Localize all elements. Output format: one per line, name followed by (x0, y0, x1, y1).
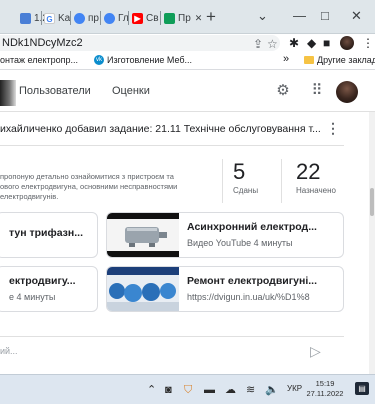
minimize-button[interactable]: — (293, 8, 306, 24)
menu-kebab-icon[interactable]: ⋮ (362, 35, 374, 51)
browser-tab-strip: 1.2 G Ka пр Гл ▶ Св Пр ✕ + ⌄ — □ (0, 0, 375, 34)
folder-icon (304, 56, 314, 64)
motors-image-icon (107, 267, 179, 311)
bookmark-star-icon[interactable]: ☆ (267, 36, 278, 52)
share-icon[interactable]: ⇪ (253, 36, 263, 52)
stat-divider (222, 159, 223, 203)
assignment-description: пропоную детально ознайомитися з пристро… (0, 172, 178, 201)
assignment-title-row: ихайличенко добавил задание: 21.11 Техні… (0, 118, 370, 140)
close-window-button[interactable]: ✕ (351, 8, 362, 24)
comment-input[interactable]: ий... ▷ (0, 336, 344, 366)
chevron-up-icon[interactable]: ⌃ (147, 383, 156, 397)
assignment-content: ихайличенко добавил задание: 21.11 Техні… (0, 112, 375, 374)
stat-divider (281, 159, 282, 203)
attachment-card[interactable]: ектродвигу... е 4 минуты (0, 266, 98, 312)
tray-app-icon[interactable]: ◙ (165, 383, 172, 397)
address-bar-row: NDk1NDcyMzc2 ⇪ ☆ ✱ ◆ ■ ⋮ (0, 34, 375, 52)
tray-shield-icon[interactable]: ⛉ (184, 383, 192, 397)
notification-center-icon[interactable]: ▤ (355, 382, 369, 395)
settings-gear-icon[interactable]: ⚙ (273, 81, 293, 101)
class-banner-image (0, 80, 16, 106)
google-icon (104, 12, 115, 24)
more-options-icon[interactable]: ⋮ (326, 120, 340, 137)
wifi-icon[interactable]: ≋ (246, 383, 255, 397)
vk-icon: vk (94, 55, 104, 65)
page-scrollbar[interactable] (369, 112, 375, 374)
tab-people[interactable]: Пользователи (19, 85, 91, 97)
tab-separator (128, 11, 129, 25)
extensions-puzzle-icon[interactable]: ◆ (307, 35, 316, 51)
new-tab-button[interactable]: + (206, 7, 216, 27)
attachment-title: Ремонт електродвигуні... (187, 275, 317, 287)
send-icon[interactable]: ▷ (310, 343, 321, 360)
attachment-title: тун трифазн... (9, 227, 83, 239)
url-text: NDk1NDcyMzc2 (2, 37, 83, 49)
side-panel-icon[interactable]: ■ (323, 35, 330, 51)
browser-tab[interactable]: ▶ Св (132, 9, 159, 27)
attachment-card[interactable]: тун трифазн... (0, 212, 98, 258)
attachment-subtitle: https://dvigun.in.ua/uk/%D1%8 (187, 292, 310, 302)
divider (0, 145, 344, 146)
close-tab-icon[interactable]: ✕ (195, 13, 203, 24)
clock-time: 15:19 (315, 379, 335, 388)
assigned-count[interactable]: 22 (296, 159, 320, 185)
google-icon: G (44, 12, 55, 24)
extension-icon[interactable]: ✱ (289, 35, 299, 51)
attachment-title: Асинхронний електрод... (187, 221, 317, 233)
attachment-title: ектродвигу... (9, 275, 76, 287)
google-icon (74, 12, 85, 24)
tab-separator (70, 11, 71, 25)
cloud-icon[interactable]: ☁ (225, 383, 236, 397)
doc-icon (20, 12, 31, 24)
tab-separator (100, 11, 101, 25)
video-thumbnail (107, 213, 179, 257)
scroll-thumb[interactable] (370, 188, 374, 216)
screen: 1.2 G Ka пр Гл ▶ Св Пр ✕ + ⌄ — □ (0, 0, 375, 404)
windows-taskbar: ⌃ ◙ ⛉ ▬ ☁ ≋ 🔈 УКР 15:19 27.11.2022 ▤ (0, 374, 375, 404)
assignment-title[interactable]: ихайличенко добавил задание: 21.11 Техні… (0, 123, 321, 135)
motor-image-icon (107, 213, 179, 257)
maximize-button[interactable]: □ (321, 8, 329, 24)
apps-grid-icon[interactable]: ⠿ (307, 81, 327, 101)
tab-search-dropdown-icon[interactable]: ⌄ (257, 8, 268, 24)
profile-avatar[interactable] (340, 36, 354, 50)
attachment-subtitle: Видео YouTube 4 минуты (187, 238, 293, 248)
attachment-card[interactable]: Ремонт електродвигуні... https://dvigun.… (106, 266, 344, 312)
volume-icon[interactable]: 🔈 (265, 383, 279, 397)
browser-tab[interactable]: G Ka (44, 9, 70, 27)
bookmark-item[interactable]: онтаж електропр... (0, 55, 78, 65)
bookmark-item[interactable]: vk Изготовление Меб... (94, 55, 192, 65)
clock-date: 27.11.2022 (306, 389, 344, 398)
clock[interactable]: 15:19 27.11.2022 (305, 379, 345, 399)
language-indicator[interactable]: УКР (287, 384, 302, 393)
browser-tab[interactable]: Гл (104, 9, 129, 27)
youtube-icon: ▶ (132, 12, 143, 24)
account-avatar[interactable] (336, 81, 358, 103)
tab-separator (41, 11, 42, 25)
submitted-label: Сданы (233, 186, 259, 195)
browser-tab[interactable]: Пр ✕ (164, 9, 202, 27)
submitted-count[interactable]: 5 (233, 159, 245, 185)
browser-tab[interactable]: пр (74, 9, 99, 27)
other-bookmarks-folder[interactable]: Другие закладки (304, 55, 375, 65)
battery-icon[interactable]: ▬ (204, 383, 215, 397)
classroom-header: Пользователи Оценки ⚙ ⠿ (0, 70, 375, 112)
tab-grades[interactable]: Оценки (112, 85, 150, 97)
more-bookmarks-icon[interactable]: » (283, 53, 289, 65)
classroom-icon (164, 12, 175, 24)
attachment-subtitle: е 4 минуты (9, 292, 56, 302)
omnibox[interactable]: NDk1NDcyMzc2 ⇪ ☆ (0, 35, 280, 51)
assigned-label: Назначено (296, 186, 336, 195)
bookmarks-bar: онтаж електропр... vk Изготовление Меб..… (0, 52, 375, 70)
link-thumbnail (107, 267, 179, 311)
tab-separator (160, 11, 161, 25)
comment-placeholder: ий... (0, 346, 18, 356)
attachment-card[interactable]: Асинхронний електрод... Видео YouTube 4 … (106, 212, 344, 258)
